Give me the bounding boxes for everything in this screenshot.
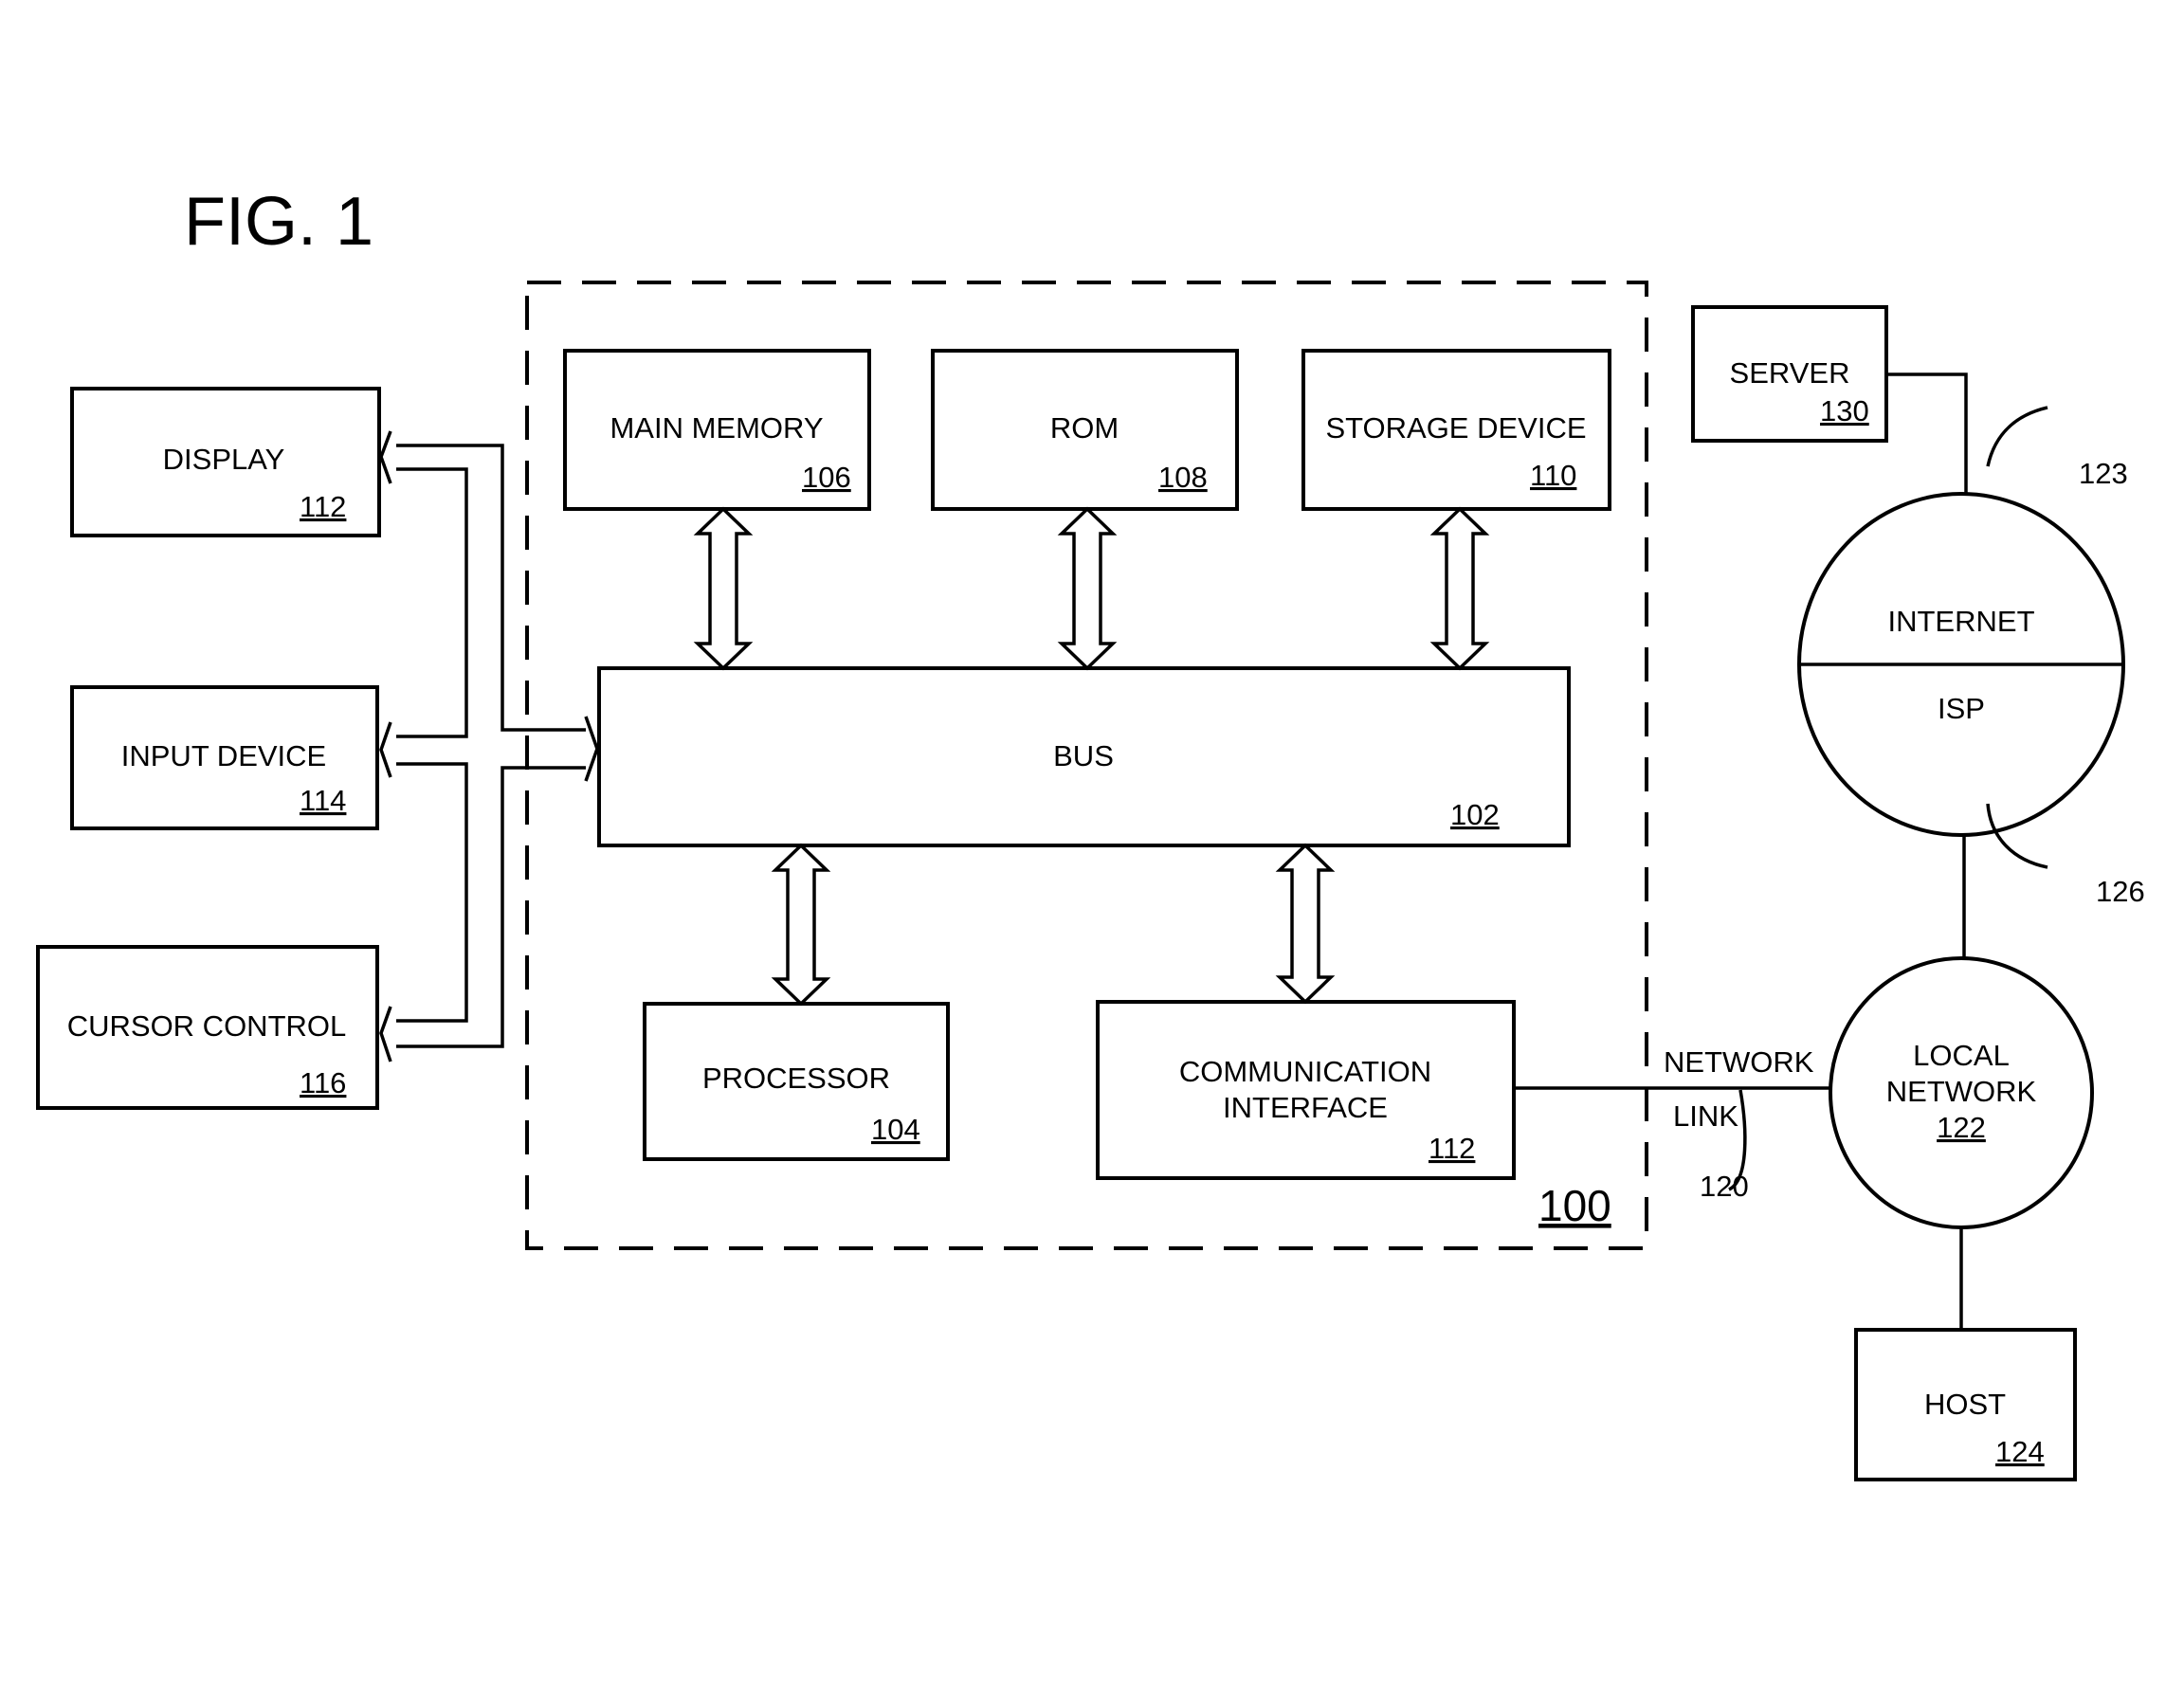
comm-interface-label-line2: INTERFACE (1223, 1091, 1388, 1124)
isp-label: ISP (1938, 692, 1985, 725)
peripheral-arrowheads (379, 430, 599, 1062)
rom-block: ROM 108 (931, 349, 1239, 511)
bus-arrowhead-icon (584, 716, 599, 782)
comm-interface-ref: 112 (1429, 1132, 1475, 1165)
cursor-arrowhead-icon (379, 1006, 392, 1062)
input-device-ref: 114 (300, 784, 346, 817)
local-network-label-line2: NETWORK (1886, 1075, 2037, 1108)
processor-label: PROCESSOR (702, 1062, 890, 1095)
processor-bus-arrow-icon (771, 843, 831, 1007)
internet-label: INTERNET (1888, 605, 2035, 638)
comm-interface-label-line1: COMMUNICATION (1179, 1055, 1431, 1088)
network-link-label-line2: LINK (1673, 1099, 1738, 1133)
rom-ref: 108 (1158, 461, 1208, 494)
internet-leader-line (1986, 406, 2048, 467)
storage-device-block: STORAGE DEVICE 110 (1301, 349, 1611, 511)
network-link-label-line1: NETWORK (1664, 1045, 1814, 1079)
memory-bus-arrow-icon (693, 506, 754, 671)
local-network-ref: 122 (1937, 1111, 1986, 1144)
processor-ref: 104 (871, 1113, 920, 1146)
input-device-block: INPUT DEVICE 114 (70, 685, 379, 830)
display-arrowhead-icon (379, 430, 392, 484)
server-ref: 130 (1820, 394, 1869, 427)
isp-ref: 126 (2096, 875, 2145, 908)
server-block: SERVER 130 (1691, 305, 1888, 443)
host-ref: 124 (1995, 1435, 2045, 1468)
system-ref-number: 100 (1538, 1181, 1611, 1230)
peripheral-bus-lines (396, 444, 586, 1048)
block-diagram: FIG. 1 100 MAIN MEMORY 106 ROM 108 STORA… (36, 184, 2145, 1481)
processor-block: PROCESSOR 104 (643, 1002, 950, 1161)
host-block: HOST 124 (1854, 1328, 2077, 1481)
storage-device-ref: 110 (1530, 459, 1576, 492)
bus-label: BUS (1053, 739, 1114, 772)
local-network-label-line1: LOCAL (1913, 1039, 2010, 1072)
internet-isp-cloud: INTERNET ISP (1797, 492, 2125, 837)
network-link-ref: 120 (1700, 1170, 1749, 1203)
local-network-cloud: LOCAL NETWORK 122 (1829, 956, 2094, 1229)
input-arrowhead-icon (379, 721, 392, 778)
bus-ref: 102 (1450, 798, 1500, 831)
internet-ref: 123 (2079, 457, 2128, 490)
storage-bus-arrow-icon (1429, 506, 1490, 671)
figure-title: FIG. 1 (184, 184, 373, 260)
main-memory-label: MAIN MEMORY (610, 411, 823, 445)
comm-bus-arrow-icon (1275, 843, 1336, 1005)
main-memory-block: MAIN MEMORY 106 (563, 349, 871, 511)
communication-interface-block: COMMUNICATION INTERFACE 112 (1096, 1000, 1516, 1180)
cursor-control-block: CURSOR CONTROL 116 (36, 945, 379, 1110)
display-ref: 112 (300, 490, 346, 523)
host-label: HOST (1924, 1388, 2006, 1421)
main-memory-ref: 106 (802, 461, 851, 494)
server-label: SERVER (1730, 356, 1850, 390)
rom-bus-arrow-icon (1057, 506, 1118, 671)
display-block: DISPLAY 112 (70, 387, 381, 537)
cursor-control-ref: 116 (300, 1066, 346, 1099)
server-internet-line (1886, 372, 1968, 493)
input-device-label: INPUT DEVICE (121, 739, 326, 772)
bus-block: BUS 102 (597, 666, 1571, 847)
display-label: DISPLAY (163, 443, 285, 476)
cursor-control-label: CURSOR CONTROL (67, 1009, 347, 1043)
storage-device-label: STORAGE DEVICE (1325, 411, 1586, 445)
rom-label: ROM (1050, 411, 1119, 445)
